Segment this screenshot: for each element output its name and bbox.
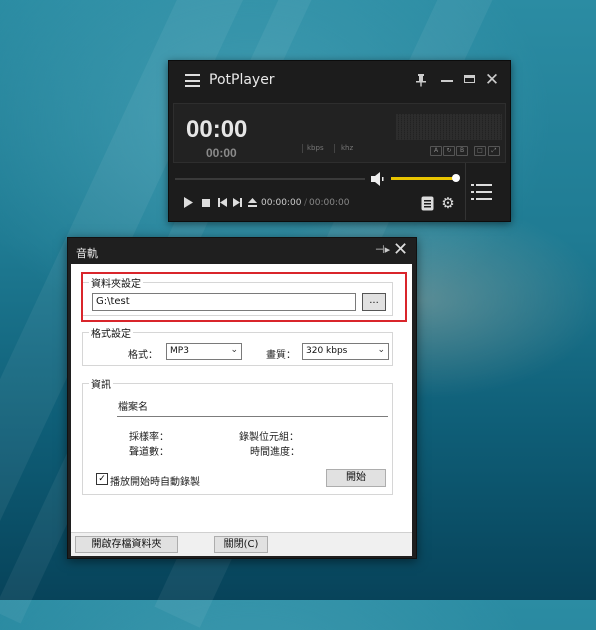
highlight-box	[81, 272, 407, 322]
divider	[334, 144, 335, 153]
seek-bar[interactable]	[175, 178, 365, 180]
volume-slider[interactable]	[391, 177, 456, 180]
shuffle-icon[interactable]: ⤢	[488, 146, 500, 156]
time-separator: /	[304, 198, 308, 208]
auto-record-label: 播放開始時自動錄製	[110, 477, 200, 488]
start-button[interactable]: 開始	[326, 469, 386, 487]
current-time: 00:00	[186, 116, 248, 143]
close-icon[interactable]: ✕	[482, 70, 502, 90]
close-button[interactable]: 關閉(C)	[214, 536, 268, 553]
dialog-title: 音軌	[76, 247, 98, 260]
potplayer-window: PotPlayer ✕ 00:00 00:00 kbps khz A ↻ B □…	[168, 60, 511, 222]
playback-duration: 00:00:00	[309, 198, 350, 208]
next-icon[interactable]	[230, 197, 244, 211]
app-title: PotPlayer	[209, 72, 275, 88]
channels-label: 聲道數：	[129, 447, 169, 458]
pin-icon[interactable]: ⊣▸	[375, 243, 390, 256]
pin-icon[interactable]	[411, 70, 431, 90]
divider	[117, 416, 388, 417]
filename-label: 檔案名	[118, 402, 148, 413]
chevron-down-icon: ⌄	[230, 345, 238, 355]
volume-slider-handle[interactable]	[452, 174, 460, 182]
menu-icon[interactable]	[185, 74, 200, 87]
minimize-icon[interactable]	[437, 70, 457, 90]
group-title: 格式設定	[89, 325, 133, 340]
group-title: 資訊	[89, 376, 113, 391]
time-progress-label: 時間進度：	[250, 447, 300, 458]
auto-record-checkbox[interactable]: ✓	[96, 473, 108, 485]
screen-icon[interactable]: □	[474, 146, 486, 156]
total-time: 00:00	[206, 146, 237, 160]
eject-icon[interactable]	[245, 197, 259, 211]
info-display: 00:00 00:00 kbps khz A ↻ B □ ⤢	[173, 103, 506, 163]
quality-label: 畫質：	[266, 350, 296, 361]
spectrum-visualizer	[396, 114, 502, 140]
samplerate-label: khz	[341, 144, 354, 152]
format-value: MP3	[170, 346, 189, 356]
stop-icon[interactable]	[199, 197, 213, 211]
format-select[interactable]: MP3 ⌄	[166, 343, 242, 360]
playback-position: 00:00:00	[261, 198, 302, 208]
bitrate-label: kbps	[307, 144, 324, 152]
playlist-icon[interactable]	[465, 163, 510, 220]
dialog-footer: 開啟存檔資料夾 關閉(C)	[71, 532, 412, 556]
sample-rate-label: 採樣率：	[129, 432, 169, 443]
repeat-icon[interactable]: ↻	[443, 146, 455, 156]
divider	[302, 144, 303, 153]
format-label: 格式：	[128, 350, 158, 361]
maximize-icon[interactable]	[459, 70, 479, 90]
volume-icon[interactable]	[370, 171, 386, 186]
title-bar: PotPlayer ✕	[169, 61, 510, 101]
quality-value: 320 kbps	[306, 346, 348, 356]
play-icon[interactable]	[181, 197, 195, 211]
a-b-repeat-a-button[interactable]: A	[430, 146, 442, 156]
quality-select[interactable]: 320 kbps ⌄	[302, 343, 389, 360]
control-bar: 00:00:00 / 00:00:00 ⚙	[173, 165, 463, 217]
settings-gear-icon[interactable]: ⚙	[441, 196, 455, 211]
record-bytes-label: 錄製位元組：	[239, 432, 299, 443]
chevron-down-icon: ⌄	[377, 345, 385, 355]
previous-icon[interactable]	[215, 197, 229, 211]
a-b-repeat-b-button[interactable]: B	[456, 146, 468, 156]
subtitle-menu-icon[interactable]	[420, 196, 434, 211]
close-icon[interactable]: ✕	[393, 239, 408, 260]
open-folder-button[interactable]: 開啟存檔資料夾	[75, 536, 178, 553]
